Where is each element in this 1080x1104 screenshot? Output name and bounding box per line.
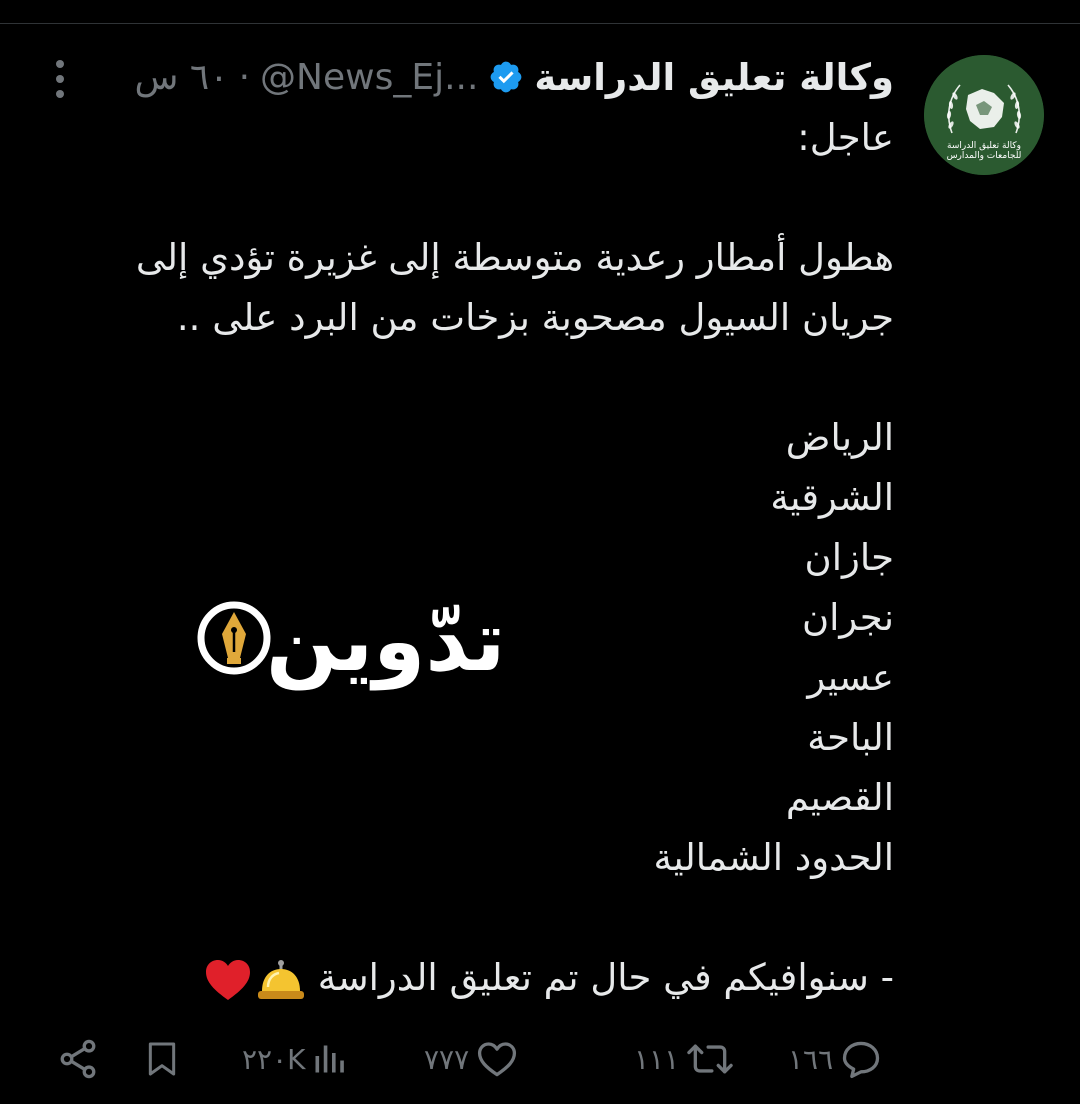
- views-button[interactable]: ٢٢٠K: [242, 1026, 347, 1092]
- region-item: الرياض: [785, 416, 894, 459]
- author-handle[interactable]: @News_Ej...: [260, 57, 478, 98]
- reply-button[interactable]: ١٦٦: [788, 1026, 883, 1092]
- tweet-time[interactable]: ٦٠ س: [135, 57, 229, 98]
- heart-emoji: [205, 959, 250, 1000]
- retweet-button[interactable]: ١١١: [634, 1026, 735, 1092]
- replies-count: ١٦٦: [788, 1042, 834, 1076]
- views-count: ٢٢٠K: [242, 1042, 306, 1076]
- retweet-icon: [687, 1044, 733, 1074]
- avatar-caption-line2: للجامعات والمدارس: [946, 151, 1022, 161]
- region-item: القصيم: [785, 776, 894, 819]
- tweet-text: عاجل: هطول أمطار رعدية متوسطة إلى غزيرة …: [94, 108, 894, 1008]
- more-options-icon[interactable]: [50, 58, 70, 100]
- tweet-meta: @News_Ej... · ٦٠ س: [135, 57, 479, 98]
- avatar-caption-line1: وكالة تعليق الدراسة: [947, 141, 1021, 151]
- tweet-line: هطول أمطار رعدية متوسطة إلى غزيرة تؤدي إ…: [135, 236, 894, 279]
- retweets-count: ١١١: [634, 1042, 680, 1076]
- bookmark-icon: [148, 1042, 176, 1076]
- top-divider: [0, 23, 1080, 24]
- likes-count: ٧٧٧: [424, 1042, 470, 1076]
- pen-nib-icon: [197, 601, 271, 675]
- bell-emoji: [257, 959, 304, 999]
- reply-icon: [842, 1041, 880, 1079]
- region-item: الشرقية: [770, 476, 894, 519]
- display-name[interactable]: وكالة تعليق الدراسة: [534, 56, 894, 99]
- final-line-emojis: [204, 957, 306, 1003]
- bookmark-button[interactable]: [142, 1026, 182, 1092]
- tweet-final-line: - سنوافيكم في حال تم تعليق الدراسة: [94, 948, 894, 1008]
- views-chart-icon: [315, 1045, 345, 1073]
- watermark-text: تدّوين: [266, 592, 506, 690]
- watermark: تدّوين: [196, 592, 576, 710]
- share-button[interactable]: [56, 1026, 100, 1092]
- heart-icon: [478, 1042, 517, 1077]
- like-button[interactable]: ٧٧٧: [424, 1026, 519, 1092]
- tweet-line: جريان السيول مصحوبة بزخات من البرد على .…: [176, 296, 894, 339]
- action-bar: ٢٢٠K ٧٧٧ ١١١ ١٦٦: [0, 1026, 1080, 1092]
- share-icon: [60, 1039, 96, 1079]
- region-item: جازان: [804, 536, 894, 579]
- tweet-line: عاجل:: [797, 116, 894, 159]
- meta-separator: ·: [238, 56, 251, 98]
- tweet-header: وكالة تعليق الدراسة @News_Ej... · ٦٠ س: [135, 48, 894, 106]
- verified-badge-icon: [491, 61, 522, 93]
- region-item: الباحة: [807, 716, 894, 759]
- region-item: الحدود الشمالية: [653, 836, 894, 879]
- avatar[interactable]: وكالة تعليق الدراسة للجامعات والمدارس: [924, 55, 1044, 175]
- final-line-text: - سنوافيكم في حال تم تعليق الدراسة: [317, 956, 894, 999]
